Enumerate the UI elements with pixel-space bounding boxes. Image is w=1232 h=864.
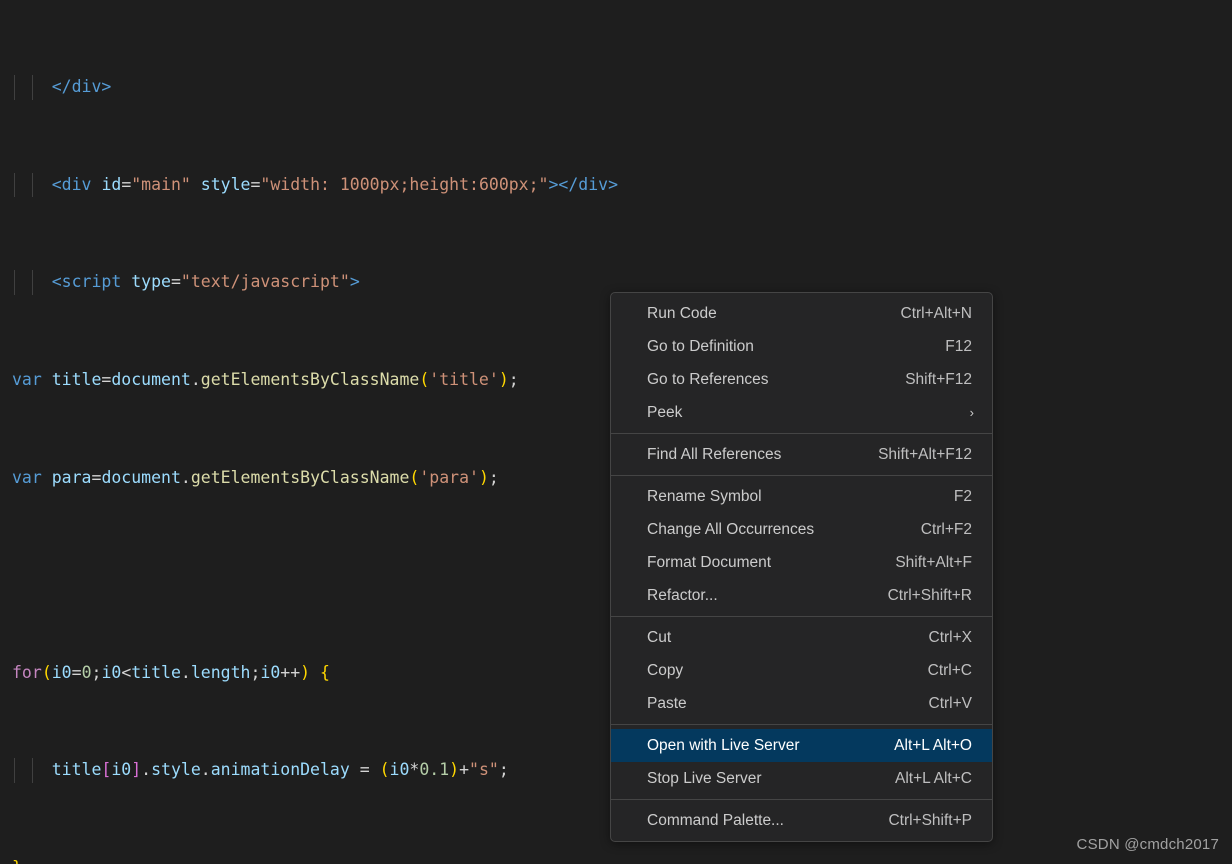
menu-separator	[611, 724, 992, 725]
menu-item-label: Cut	[647, 628, 672, 646]
menu-item-keybinding: Alt+L Alt+O	[894, 736, 972, 754]
menu-separator	[611, 433, 992, 434]
menu-item-command-palette[interactable]: Command Palette... Ctrl+Shift+P	[611, 804, 992, 837]
menu-item-change-all-occurrences[interactable]: Change All Occurrences Ctrl+F2	[611, 513, 992, 546]
menu-item-peek[interactable]: Peek ›	[611, 396, 992, 429]
menu-separator	[611, 616, 992, 617]
menu-item-label: Copy	[647, 661, 684, 679]
menu-item-go-to-definition[interactable]: Go to Definition F12	[611, 330, 992, 363]
menu-item-keybinding: Ctrl+F2	[920, 520, 972, 538]
menu-item-rename-symbol[interactable]: Rename Symbol F2	[611, 480, 992, 513]
menu-item-keybinding: Ctrl+Shift+P	[888, 811, 972, 829]
menu-item-stop-live-server[interactable]: Stop Live Server Alt+L Alt+C	[611, 762, 992, 795]
menu-item-label: Go to References	[647, 370, 769, 388]
code-line: }	[0, 856, 1232, 864]
menu-item-keybinding: F12	[945, 337, 972, 355]
menu-item-label: Find All References	[647, 445, 782, 463]
chevron-right-icon: ›	[969, 405, 974, 420]
menu-item-label: Change All Occurrences	[647, 520, 815, 538]
code-line: </div>	[0, 75, 1232, 101]
code-line: <div id="main" style="width: 1000px;heig…	[0, 172, 1232, 198]
menu-item-label: Peek	[647, 403, 683, 421]
menu-item-label: Go to Definition	[647, 337, 754, 355]
menu-item-copy[interactable]: Copy Ctrl+C	[611, 654, 992, 687]
menu-item-label: Run Code	[647, 304, 717, 322]
menu-item-label: Open with Live Server	[647, 736, 800, 754]
menu-separator	[611, 475, 992, 476]
menu-item-label: Refactor...	[647, 586, 718, 604]
menu-item-label: Command Palette...	[647, 811, 784, 829]
menu-separator	[611, 799, 992, 800]
menu-item-keybinding: F2	[953, 487, 972, 505]
menu-item-go-to-references[interactable]: Go to References Shift+F12	[611, 363, 992, 396]
menu-item-find-all-references[interactable]: Find All References Shift+Alt+F12	[611, 438, 992, 471]
menu-item-run-code[interactable]: Run Code Ctrl+Alt+N	[611, 297, 992, 330]
menu-item-paste[interactable]: Paste Ctrl+V	[611, 687, 992, 720]
menu-item-refactor[interactable]: Refactor... Ctrl+Shift+R	[611, 579, 992, 612]
menu-item-format-document[interactable]: Format Document Shift+Alt+F	[611, 546, 992, 579]
menu-item-label: Paste	[647, 694, 687, 712]
menu-item-label: Format Document	[647, 553, 772, 571]
menu-item-keybinding: Ctrl+Alt+N	[900, 304, 973, 322]
menu-item-keybinding: Shift+Alt+F12	[878, 445, 972, 463]
menu-item-keybinding: Alt+L Alt+C	[895, 769, 972, 787]
menu-item-label: Rename Symbol	[647, 487, 762, 505]
editor-context-menu[interactable]: Run Code Ctrl+Alt+N Go to Definition F12 Go …	[610, 292, 993, 842]
menu-item-open-with-live-server[interactable]: Open with Live Server Alt+L Alt+O	[611, 729, 992, 762]
menu-item-keybinding: Ctrl+C	[927, 661, 972, 679]
menu-item-keybinding: Ctrl+V	[928, 694, 973, 712]
menu-item-keybinding: Ctrl+Shift+R	[887, 586, 972, 604]
menu-item-cut[interactable]: Cut Ctrl+X	[611, 621, 992, 654]
menu-item-keybinding: Shift+Alt+F	[895, 553, 972, 571]
menu-item-keybinding: Shift+F12	[905, 370, 972, 388]
menu-item-label: Stop Live Server	[647, 769, 762, 787]
watermark: CSDN @cmdch2017	[1076, 836, 1219, 853]
menu-item-keybinding: Ctrl+X	[928, 628, 973, 646]
